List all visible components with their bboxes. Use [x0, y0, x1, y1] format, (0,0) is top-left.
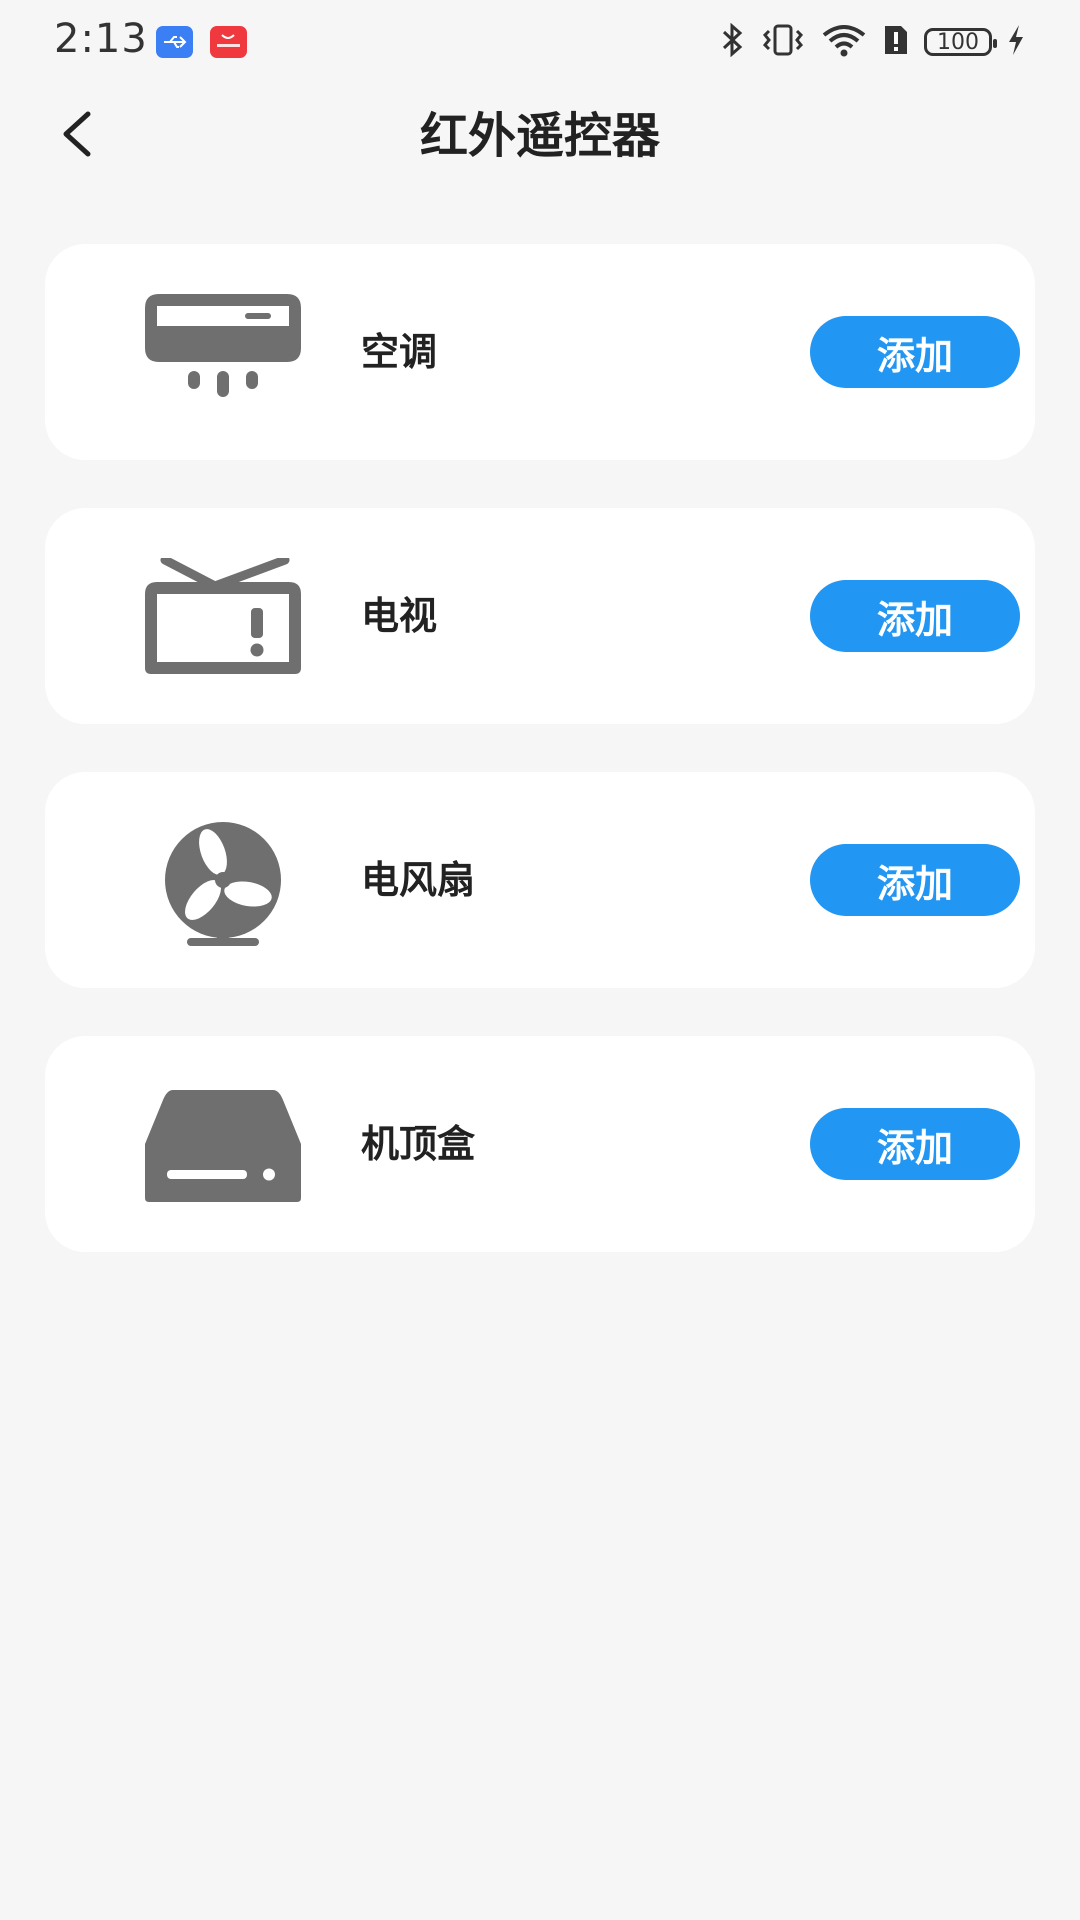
- add-set-top-box-button[interactable]: 添加: [810, 1108, 1020, 1180]
- device-label: 电风扇: [361, 858, 476, 902]
- page-title: 红外遥控器: [419, 108, 660, 164]
- status-time: 2:13: [54, 16, 148, 62]
- status-bar: 2:13 100: [0, 0, 1080, 84]
- tv-icon: [145, 555, 301, 674]
- add-air-conditioner-button[interactable]: 添加: [810, 316, 1020, 388]
- vibrate-icon: [760, 23, 806, 61]
- usb-notification-icon: [156, 26, 193, 58]
- bluetooth-icon: [720, 22, 746, 61]
- status-icons: 100: [720, 20, 1026, 64]
- air-conditioner-icon: [145, 294, 301, 410]
- device-label: 空调: [361, 330, 438, 374]
- battery-icon: 100: [924, 28, 997, 56]
- device-label: 电视: [361, 594, 438, 638]
- charging-icon: [1006, 23, 1026, 61]
- device-label: 机顶盒: [361, 1122, 476, 1166]
- device-card-fan: 电风扇 添加: [45, 772, 1035, 988]
- app-notification-icon: [210, 26, 247, 58]
- device-card-set-top-box: 机顶盒 添加: [45, 1036, 1035, 1252]
- add-fan-button[interactable]: 添加: [810, 844, 1020, 916]
- set-top-box-icon: [145, 1086, 301, 1202]
- device-card-air-conditioner: 空调 添加: [45, 244, 1035, 460]
- fan-icon: [145, 822, 301, 946]
- add-tv-button[interactable]: 添加: [810, 580, 1020, 652]
- sim-alert-icon: [882, 23, 910, 61]
- wifi-icon: [820, 23, 868, 61]
- device-card-tv: 电视 添加: [45, 508, 1035, 724]
